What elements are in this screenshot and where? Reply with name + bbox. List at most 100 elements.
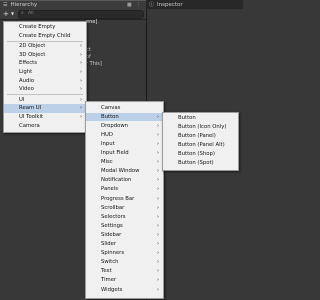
menu-item-label: Slider	[101, 241, 117, 247]
tab-bar: ☰ Hierarchy ■ ⋮ ⓘ Inspector	[0, 0, 243, 9]
menu-item-panels[interactable]: Panels ›	[86, 185, 163, 194]
menu-item-button-panel[interactable]: Button (Panel)	[163, 132, 238, 141]
menu-item-switch[interactable]: Switch ›	[86, 258, 163, 267]
menu-item-label: Progress Bar	[101, 195, 135, 202]
chevron-right-icon: ›	[157, 286, 159, 293]
plus-icon: +	[3, 10, 9, 18]
chevron-right-icon: ›	[80, 43, 82, 50]
chevron-right-icon: ›	[80, 77, 82, 84]
kebab-menu-icon[interactable]: ⋮	[136, 2, 141, 8]
menu-item-settings[interactable]: Settings ›	[86, 222, 163, 231]
menu-item-label: Video	[19, 86, 34, 93]
tab-hierarchy[interactable]: ☰ Hierarchy ■ ⋮	[0, 0, 146, 9]
menu-item-modal-window[interactable]: Modal Window ›	[86, 167, 163, 176]
menu-item-button-shop[interactable]: Button (Shop)	[163, 150, 238, 159]
chevron-right-icon: ›	[157, 277, 159, 284]
menu-item-camera[interactable]: Camera	[4, 122, 86, 131]
list-icon: ☰	[3, 2, 8, 8]
menu-item-label: 3D Object	[19, 51, 46, 58]
search-placeholder: All	[28, 11, 34, 16]
menu-item-selectors[interactable]: Selectors ›	[86, 213, 163, 222]
menu-item-create-empty-child[interactable]: Create Empty Child	[4, 32, 86, 41]
menu-item-hud[interactable]: HUD ›	[86, 131, 163, 140]
menu-item-scrollbar[interactable]: Scrollbar ›	[86, 204, 163, 213]
chevron-right-icon: ›	[157, 177, 159, 184]
menu-item-label: Ream UI	[19, 105, 42, 112]
menu-item-label: Selectors	[101, 213, 126, 220]
menu-item-dropdown[interactable]: Dropdown ›	[86, 122, 163, 131]
menu-item-label: Scrollbar	[101, 204, 125, 211]
menu-item-widgets[interactable]: Widgets ›	[86, 286, 163, 295]
menu-item-label: Text	[101, 268, 112, 275]
menu-item-button[interactable]: Button	[163, 114, 238, 123]
chevron-right-icon: ›	[157, 204, 159, 211]
menu-item-notification[interactable]: Notification ›	[86, 176, 163, 185]
hierarchy-toolbar: + ▼ ⌕ All	[0, 9, 146, 20]
chevron-right-icon: ›	[157, 168, 159, 175]
menu-item-canvas[interactable]: Canvas	[86, 104, 163, 113]
menu-item-light[interactable]: Light ›	[4, 68, 86, 77]
chevron-right-icon: ›	[157, 131, 159, 138]
menu-item-label: Canvas	[101, 104, 121, 111]
chevron-right-icon: ›	[157, 150, 159, 156]
menu-item-label: Light	[19, 69, 33, 75]
info-icon: ⓘ	[149, 2, 155, 8]
menu-item-input[interactable]: Input ›	[86, 140, 163, 149]
menu-item-ui[interactable]: UI ›	[4, 96, 86, 105]
chevron-right-icon: ›	[157, 159, 159, 166]
menu-item-label: 2D Object	[19, 43, 46, 50]
menu-item-label: Timer	[101, 277, 117, 284]
menu-item-label: Panels	[101, 186, 119, 193]
menu-item-audio[interactable]: Audio ›	[4, 77, 86, 86]
menu-item-button[interactable]: Button ›	[86, 112, 163, 122]
menu-item-label: Sidebar	[101, 231, 122, 238]
menu-item-input-field[interactable]: Input Field ›	[86, 149, 163, 158]
chevron-right-icon: ›	[80, 96, 82, 103]
menu-item-slider[interactable]: Slider ›	[86, 240, 163, 249]
menu-item-ream-ui[interactable]: Ream UI ›	[4, 104, 86, 114]
chevron-right-icon: ›	[80, 105, 82, 112]
chevron-right-icon: ›	[80, 51, 82, 58]
menu-item-label: Misc	[101, 159, 113, 166]
chevron-right-icon: ›	[157, 140, 159, 147]
menu-item-label: Widgets	[101, 286, 123, 293]
menu-item-label: Switch	[101, 259, 119, 266]
menu-item-button-icon-only[interactable]: Button (Icon Only)	[163, 123, 238, 132]
menu-item-video[interactable]: Video ›	[4, 85, 86, 94]
menu-item-ui-toolkit[interactable]: UI Toolkit ›	[4, 113, 86, 122]
menu-item-label: Camera	[19, 122, 40, 129]
chevron-right-icon: ›	[80, 69, 82, 75]
chevron-right-icon: ›	[157, 195, 159, 202]
chevron-right-icon: ›	[157, 213, 159, 220]
menu-item-label: Notification	[101, 177, 132, 184]
menu-item-label: Button	[178, 115, 196, 121]
menu-item-text[interactable]: Text ›	[86, 267, 163, 276]
menu-item-button-panel-alt[interactable]: Button (Panel Alt)	[163, 141, 238, 150]
menu-item-progress-bar[interactable]: Progress Bar ›	[86, 195, 163, 204]
chevron-right-icon: ›	[157, 268, 159, 275]
menu-item-3d-object[interactable]: 3D Object ›	[4, 51, 86, 60]
menu-item-create-empty[interactable]: Create Empty	[4, 23, 86, 32]
menu-item-misc[interactable]: Misc ›	[86, 158, 163, 167]
menu-item-button-spot[interactable]: Button (Spot)	[163, 159, 238, 168]
chevron-right-icon: ›	[157, 231, 159, 238]
hierarchy-fragment: ene]	[86, 19, 98, 25]
chevron-right-icon: ›	[157, 222, 159, 229]
menu-item-2d-object[interactable]: 2D Object ›	[4, 42, 86, 51]
lock-icon[interactable]: ■	[127, 2, 132, 8]
tab-inspector[interactable]: ⓘ Inspector	[146, 0, 243, 9]
chevron-right-icon: ›	[157, 186, 159, 193]
menu-item-effects[interactable]: Effects ›	[4, 59, 86, 68]
menu-item-timer[interactable]: Timer ›	[86, 276, 163, 285]
menu-item-label: Button (Panel)	[178, 133, 216, 139]
menu-item-label: UI Toolkit	[19, 114, 44, 120]
add-button[interactable]: + ▼	[3, 10, 16, 18]
menu-item-label: Create Empty Child	[19, 32, 71, 39]
menu-item-spinners[interactable]: Spinners ›	[86, 249, 163, 258]
chevron-right-icon: ›	[157, 241, 159, 247]
menu-item-label: Settings	[101, 222, 123, 229]
menu-item-sidebar[interactable]: Sidebar ›	[86, 231, 163, 240]
search-input[interactable]: ⌕ All	[18, 10, 144, 19]
chevron-right-icon: ›	[80, 114, 82, 120]
ream-ui-submenu: Canvas Button › Dropdown › HUD › Input › Input Fi…	[85, 101, 164, 299]
